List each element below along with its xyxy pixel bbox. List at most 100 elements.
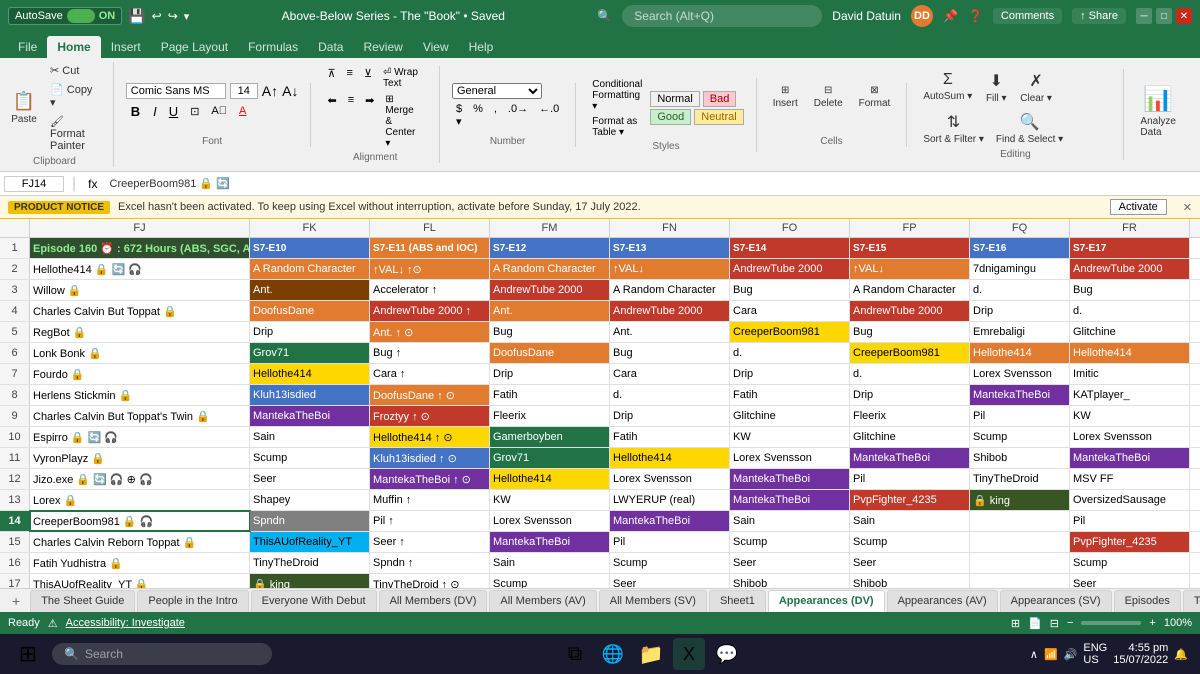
cell-fo9[interactable]: Glitchine — [730, 406, 850, 426]
cell-fr12[interactable]: MSV FF — [1070, 469, 1190, 489]
cell-s12[interactable] — [1190, 469, 1200, 489]
page-layout-icon[interactable]: ⊟ — [1050, 617, 1059, 630]
cell-fm15[interactable]: MantekaTheBoi — [490, 532, 610, 552]
cell-s14[interactable] — [1190, 511, 1200, 531]
cell-fo8[interactable]: Fatih — [730, 385, 850, 405]
percent-btn[interactable]: % — [469, 102, 487, 129]
cut-btn[interactable]: ✂ Cut — [44, 62, 101, 79]
cell-fq15[interactable] — [970, 532, 1070, 552]
align-top-btn[interactable]: ⊼ — [323, 66, 339, 90]
border-btn[interactable]: ⊡ — [186, 104, 203, 119]
cell-fp9[interactable]: Fleerix — [850, 406, 970, 426]
cell-fl5[interactable]: Ant. ↑ ⊙ — [370, 322, 490, 342]
row-num-4[interactable]: 4 — [0, 301, 30, 321]
sort-filter-btn[interactable]: ⇅ Sort & Filter ▾ — [919, 110, 988, 147]
sheet-grid-icon[interactable]: ⊞ — [1011, 617, 1020, 630]
cell-fr11[interactable]: MantekaTheBoi — [1070, 448, 1190, 468]
cell-fk15[interactable]: ThisAUofReality_YT — [250, 532, 370, 552]
font-size-input[interactable] — [230, 83, 258, 99]
ribbon-pin-icon[interactable]: 📌 — [943, 9, 958, 23]
cell-fp14[interactable]: Sain — [850, 511, 970, 531]
cell-fq7[interactable]: Lorex Svensson — [970, 364, 1070, 384]
cell-fo16[interactable]: Seer — [730, 553, 850, 573]
wrap-text-btn[interactable]: ⏎ Wrap Text — [379, 66, 427, 90]
format-table-btn[interactable]: Format asTable ▾ — [588, 115, 646, 139]
cell-fj2[interactable]: Hellothe414 🔒 🔄 🎧 — [30, 259, 250, 279]
cell-fp16[interactable]: Seer — [850, 553, 970, 573]
analyze-btn[interactable]: 📊 AnalyzeData — [1136, 83, 1180, 140]
cell-fj16[interactable]: Fatih Yudhistra 🔒 — [30, 553, 250, 573]
col-header-fk[interactable]: FK — [250, 219, 370, 237]
cell-fq9[interactable]: Pil — [970, 406, 1070, 426]
cell-s13[interactable] — [1190, 490, 1200, 510]
cell-fk16[interactable]: TinyTheDroid — [250, 553, 370, 573]
increase-font-btn[interactable]: A↑ — [262, 83, 278, 99]
share-btn[interactable]: ↑ Share — [1072, 8, 1126, 24]
cell-fj4[interactable]: Charles Calvin But Toppat 🔒 — [30, 301, 250, 321]
cell-fp2[interactable]: ↑VAL↓ — [850, 259, 970, 279]
row-num-1[interactable]: 1 — [0, 238, 30, 258]
cell-fq4[interactable]: Drip — [970, 301, 1070, 321]
tab-help[interactable]: Help — [459, 36, 504, 58]
sheet-tab-members-av[interactable]: All Members (AV) — [489, 590, 596, 612]
cell-fp10[interactable]: Glitchine — [850, 427, 970, 447]
minimize-btn[interactable]: ─ — [1136, 8, 1152, 24]
cell-s11[interactable] — [1190, 448, 1200, 468]
autosave-toggle[interactable] — [67, 9, 95, 23]
cell-fq3[interactable]: d. — [970, 280, 1070, 300]
cell-fl15[interactable]: Seer ↑ — [370, 532, 490, 552]
cell-fl14[interactable]: Pil ↑ — [370, 511, 490, 531]
cell-s15[interactable] — [1190, 532, 1200, 552]
file-explorer-icon[interactable]: 📁 — [635, 638, 667, 670]
tab-data[interactable]: Data — [308, 36, 353, 58]
cell-fq16[interactable] — [970, 553, 1070, 573]
maximize-btn[interactable]: □ — [1156, 8, 1172, 24]
normal-style[interactable]: Normal — [650, 91, 699, 107]
cell-fj3[interactable]: Willow 🔒 — [30, 280, 250, 300]
cell-fk12[interactable]: Seer — [250, 469, 370, 489]
autosave-badge[interactable]: AutoSave ON — [8, 7, 122, 25]
cell-fn7[interactable]: Cara — [610, 364, 730, 384]
cell-fo2[interactable]: AndrewTube 2000 — [730, 259, 850, 279]
cell-s4[interactable] — [1190, 301, 1200, 321]
cell-fk2[interactable]: A Random Character — [250, 259, 370, 279]
merge-center-btn[interactable]: ⊞ Merge & Center ▾ — [381, 93, 427, 150]
cell-fn15[interactable]: Pil — [610, 532, 730, 552]
align-right-btn[interactable]: ➡ — [361, 93, 378, 150]
insert-btn[interactable]: ⊞ Insert — [769, 83, 802, 111]
sheet-tab-appearances-dv[interactable]: Appearances (DV) — [768, 590, 885, 612]
align-left-btn[interactable]: ⬅ — [323, 93, 340, 150]
underline-btn[interactable]: U — [165, 103, 182, 120]
cell-fp17[interactable]: Shibob — [850, 574, 970, 588]
redo-icon[interactable]: ↪ — [168, 9, 178, 23]
cell-fk9[interactable]: MantekaTheBoi — [250, 406, 370, 426]
row-num-9[interactable]: 9 — [0, 406, 30, 426]
row-num-6[interactable]: 6 — [0, 343, 30, 363]
cell-fm6[interactable]: DoofusDane — [490, 343, 610, 363]
sheet-tab-members-sv[interactable]: All Members (SV) — [599, 590, 707, 612]
cell-s1[interactable] — [1190, 238, 1200, 258]
cell-fl3[interactable]: Accelerator ↑ — [370, 280, 490, 300]
cell-fj13[interactable]: Lorex 🔒 — [30, 490, 250, 510]
cell-fl11[interactable]: Kluh13isdied ↑ ⊙ — [370, 448, 490, 468]
cell-fo3[interactable]: Bug — [730, 280, 850, 300]
cell-fq11[interactable]: Shibob — [970, 448, 1070, 468]
col-header-fl[interactable]: FL — [370, 219, 490, 237]
cell-fm9[interactable]: Fleerix — [490, 406, 610, 426]
row-num-5[interactable]: 5 — [0, 322, 30, 342]
cell-fq17[interactable] — [970, 574, 1070, 588]
cell-fm16[interactable]: Sain — [490, 553, 610, 573]
sheet-tab-guide[interactable]: The Sheet Guide — [30, 590, 135, 612]
cell-fm1[interactable]: S7-E12 — [490, 238, 610, 258]
cell-fn2[interactable]: ↑VAL↓ — [610, 259, 730, 279]
col-header-s[interactable]: S — [1190, 219, 1200, 237]
cell-fr1[interactable]: S7-E17 — [1070, 238, 1190, 258]
cell-fj17[interactable]: ThisAUofReality_YT 🔒 — [30, 574, 250, 588]
align-center-btn[interactable]: ≡ — [344, 93, 358, 150]
row-num-10[interactable]: 10 — [0, 427, 30, 447]
col-header-fp[interactable]: FP — [850, 219, 970, 237]
cell-fm14[interactable]: Lorex Svensson — [490, 511, 610, 531]
cell-fl17[interactable]: TinyTheDroid ↑ ⊙ — [370, 574, 490, 588]
tab-review[interactable]: Review — [353, 36, 412, 58]
cell-fk3[interactable]: Ant. — [250, 280, 370, 300]
